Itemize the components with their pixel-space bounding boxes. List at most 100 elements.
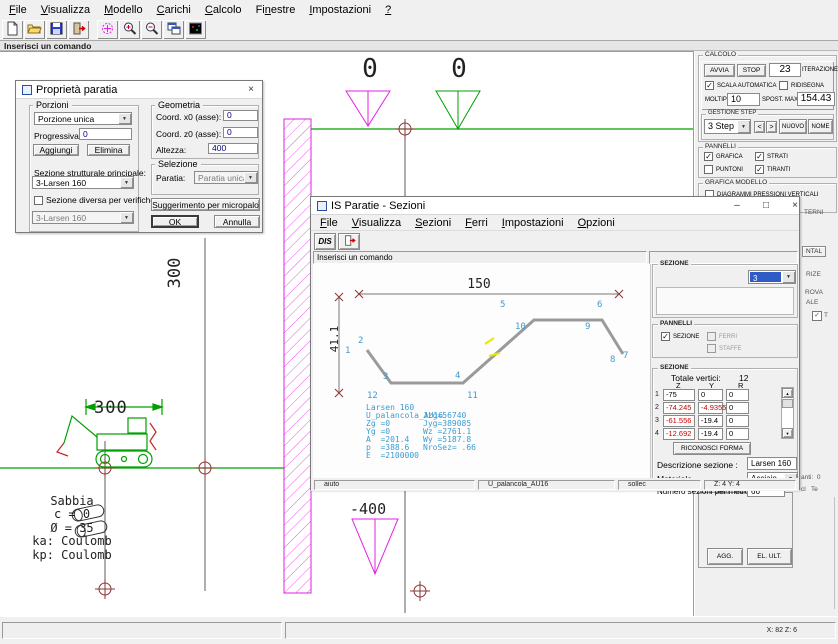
menu-item[interactable]: Modello — [97, 2, 150, 18]
avvia-button[interactable]: AVVIA — [704, 64, 735, 77]
menu-item[interactable]: Impostazioni — [302, 2, 378, 18]
nuovo-button[interactable]: NUOVO — [779, 119, 807, 134]
zoom-in-button[interactable] — [119, 20, 140, 39]
z-cell[interactable]: -74.245 — [663, 402, 695, 414]
cb-sezione[interactable]: SEZIONE — [661, 332, 699, 341]
save-button[interactable] — [46, 20, 67, 39]
y-cell[interactable]: -4.93555 — [698, 402, 723, 414]
vertex-number: 1 — [345, 346, 350, 356]
sezione-diversa-checkbox[interactable]: Sezione diversa per verifiche: — [34, 195, 158, 205]
panel-checkbox[interactable]: PUNTONI — [704, 165, 743, 174]
soil-properties-label: Sabbia c = 0 Ø = 35 ka: Coulomb kp: Coul… — [30, 495, 114, 562]
z-cell[interactable]: -61.556 — [663, 415, 695, 427]
nome-button[interactable]: NOME — [808, 119, 833, 134]
section-width-dimension: 150 — [459, 277, 499, 292]
menu-item[interactable]: Carichi — [150, 2, 198, 18]
step-prev-button[interactable]: < — [754, 121, 765, 133]
micropalo-button[interactable]: Suggerimento per micropalo — [151, 198, 260, 211]
menu-item[interactable]: Finestre — [249, 2, 303, 18]
panel-fragment: ALE — [806, 299, 818, 306]
menu-item[interactable]: Visualizza — [345, 215, 408, 231]
altezza-input[interactable]: 400 — [208, 143, 258, 154]
scroll-down-icon[interactable]: ▼ — [782, 428, 793, 438]
exit-button[interactable] — [338, 233, 360, 250]
maximize-icon[interactable]: □ — [752, 197, 780, 214]
open-file-button[interactable] — [24, 20, 45, 39]
scala-automatica-checkbox[interactable]: SCALA AUTOMATICA — [705, 81, 776, 90]
cascade-windows-button[interactable] — [163, 20, 184, 39]
z-cell[interactable]: -12.692 — [663, 428, 695, 440]
menu-item[interactable]: File — [2, 2, 34, 18]
zoom-out-button[interactable] — [141, 20, 162, 39]
menu-item[interactable]: File — [313, 215, 345, 231]
table-scrollbar[interactable]: ▲ ▼ — [781, 387, 794, 439]
stop-button[interactable]: STOP — [737, 64, 766, 77]
descrizione-input[interactable]: Larsen 160 — [747, 457, 797, 470]
agg-button[interactable]: AGG. — [707, 548, 743, 565]
z-cell[interactable]: -75 — [663, 389, 695, 401]
close-icon[interactable]: × — [240, 81, 262, 98]
r-cell[interactable]: 0 — [726, 389, 749, 401]
r-cell[interactable]: 0 — [726, 402, 749, 414]
cb-staffe[interactable]: STAFFE — [707, 344, 742, 353]
chevron-down-icon[interactable] — [120, 177, 133, 188]
panel-checkbox[interactable]: STRATI — [755, 152, 788, 161]
menu-item[interactable]: Opzioni — [571, 215, 622, 231]
el-ult-button[interactable]: EL. ULT. — [747, 548, 792, 565]
menu-item[interactable]: ? — [378, 2, 398, 18]
sezioni-title: IS Paratie - Sezioni — [327, 200, 425, 212]
moltip-input[interactable]: 10 — [727, 93, 760, 106]
chevron-down-icon[interactable] — [737, 120, 750, 133]
chevron-down-icon[interactable] — [782, 271, 795, 283]
chevron-down-icon[interactable] — [118, 113, 131, 124]
r-cell[interactable]: 0 — [726, 428, 749, 440]
exit-button[interactable] — [68, 20, 89, 39]
chevron-down-icon[interactable] — [244, 172, 257, 183]
y-cell[interactable]: -19.4 — [698, 415, 723, 427]
section-drawing-area[interactable] — [313, 264, 651, 480]
sezioni-command-line[interactable]: Inserisci un comando — [313, 251, 647, 264]
calcolo-group-label: CALCOLO — [703, 51, 738, 58]
dis-button[interactable]: DIS — [314, 233, 336, 250]
step-next-button[interactable]: > — [766, 121, 777, 133]
minimize-icon[interactable]: – — [723, 197, 751, 214]
panel-divider — [834, 497, 835, 609]
panel-checkbox[interactable]: TIRANTI — [755, 165, 790, 174]
menu-item[interactable]: Sezioni — [408, 215, 458, 231]
progressiva-input[interactable]: 0 — [79, 128, 132, 140]
annulla-button[interactable]: Annulla — [214, 215, 260, 228]
coord-x0-input[interactable]: 0 — [223, 110, 258, 121]
menu-item[interactable]: Impostazioni — [495, 215, 571, 231]
descrizione-label: Descrizione sezione : — [657, 460, 738, 470]
new-file-button[interactable] — [2, 20, 23, 39]
scroll-thumb[interactable] — [782, 399, 793, 408]
zoom-extents-button[interactable] — [97, 20, 118, 39]
coord-z0-input[interactable]: 0 — [223, 127, 258, 138]
close-icon[interactable]: × — [781, 197, 809, 214]
panel-checkbox[interactable]: GRAFICA — [704, 152, 743, 161]
elimina-button[interactable]: Elimina — [87, 144, 130, 156]
y-cell[interactable]: -19.4 — [698, 428, 723, 440]
paratia-combo[interactable]: Paratia unica — [194, 171, 258, 184]
aggiungi-button[interactable]: Aggiungi — [33, 144, 79, 156]
riconosci-forma-button[interactable]: RICONOSCI FORMA — [673, 442, 751, 455]
y-cell[interactable]: 0 — [698, 389, 723, 401]
render-view-button[interactable] — [185, 20, 206, 39]
r-cell[interactable]: 0 — [726, 415, 749, 427]
vertex-number: 7 — [623, 351, 628, 361]
ridisegna-checkbox[interactable]: RIDISEGNA — [779, 81, 824, 90]
menu-item[interactable]: Ferri — [458, 215, 495, 231]
cb-ferri[interactable]: FERRI — [707, 332, 737, 341]
step-combo[interactable]: 3 Step 3 — [704, 119, 751, 134]
sezione-number-combo[interactable]: 3 — [748, 270, 796, 284]
scroll-up-icon[interactable]: ▲ — [782, 388, 793, 398]
menu-item[interactable]: Calcolo — [198, 2, 249, 18]
menu-item[interactable]: Visualizza — [34, 2, 97, 18]
porzione-combo[interactable]: Porzione unica — [34, 112, 132, 125]
dialog-titlebar[interactable]: Proprietà paratia — [16, 81, 262, 99]
sezione-principale-combo[interactable]: 3-Larsen 160 — [32, 176, 134, 189]
ok-button[interactable]: OK — [151, 215, 199, 228]
chevron-down-icon[interactable] — [120, 212, 133, 223]
command-line[interactable]: Inserisci un comando — [0, 40, 838, 51]
sezione-diversa-combo[interactable]: 3-Larsen 160 — [32, 211, 134, 224]
